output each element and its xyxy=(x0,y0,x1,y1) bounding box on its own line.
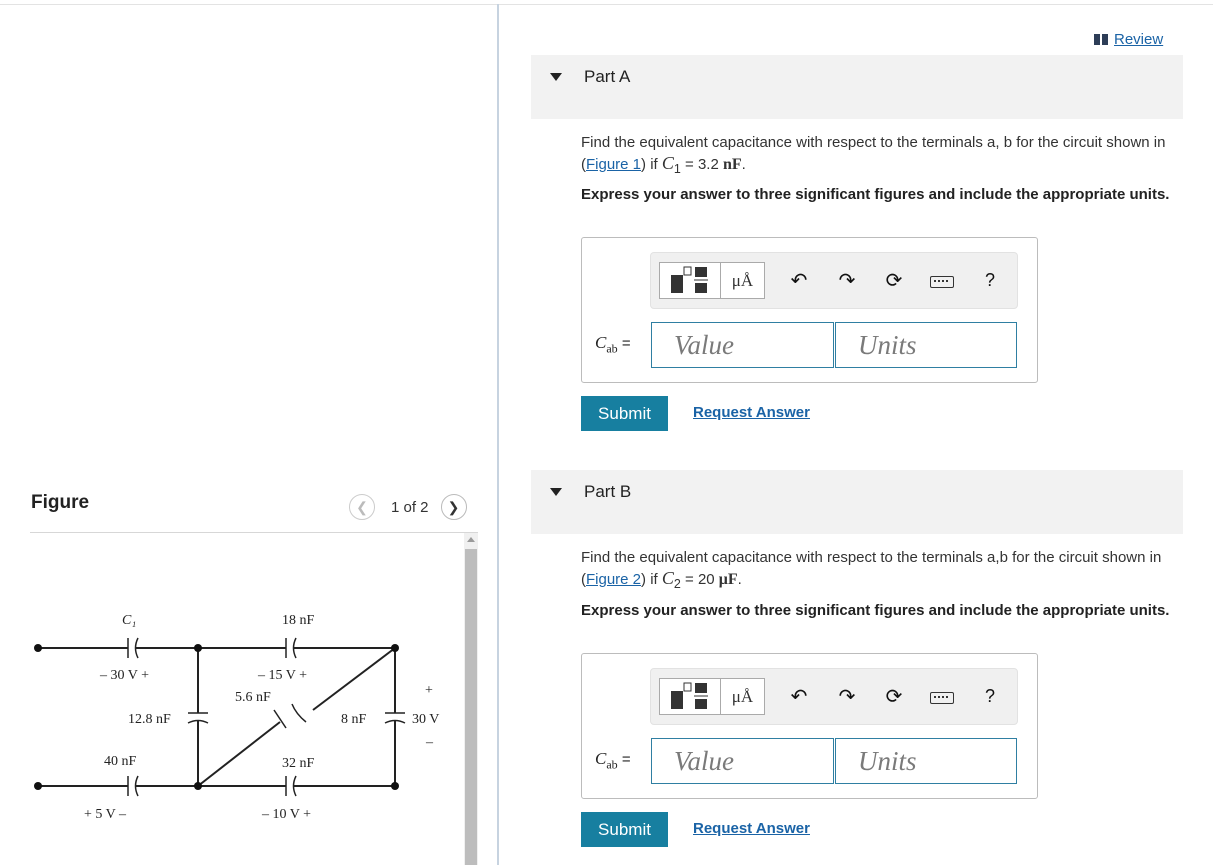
help-button[interactable]: ? xyxy=(976,682,1004,710)
circuit-diagram: C₁ – 30 V + 18 nF – 15 V + 5.6 nF 12.8 n… xyxy=(34,613,439,822)
review-link[interactable]: Review xyxy=(1094,31,1163,48)
c128-label: 12.8 nF xyxy=(128,712,171,727)
value-input[interactable]: Value xyxy=(651,738,834,784)
top-border xyxy=(0,4,1213,5)
part-a-header[interactable]: Part A xyxy=(531,55,1183,119)
c40-label: 40 nF xyxy=(104,754,137,769)
part-b-question: Find the equivalent capacitance with res… xyxy=(581,549,1162,591)
submit-button[interactable]: Submit xyxy=(581,396,668,431)
part-b-instruction: Express your answer to three significant… xyxy=(581,602,1170,619)
scroll-up-icon[interactable] xyxy=(467,537,475,542)
undo-button[interactable]: ↶ xyxy=(785,682,813,710)
cab-label: Cab = xyxy=(595,333,631,356)
request-answer-link[interactable]: Request Answer xyxy=(693,820,810,837)
collapse-triangle-icon xyxy=(550,488,562,496)
submit-button[interactable]: Submit xyxy=(581,812,668,847)
figure-separator xyxy=(30,532,478,533)
v30r-minus: – xyxy=(425,735,434,750)
value-input[interactable]: Value xyxy=(651,322,834,368)
units-input[interactable]: Units xyxy=(835,322,1017,368)
v15-label: – 15 V + xyxy=(257,668,307,683)
redo-icon: ↷ xyxy=(838,685,856,708)
undo-icon: ↶ xyxy=(790,269,808,292)
c1-label: C₁ xyxy=(122,613,136,628)
v30r-plus: + xyxy=(425,683,433,698)
units-icon: μÅ xyxy=(731,686,754,706)
figure-1-link[interactable]: Figure 1 xyxy=(586,156,641,173)
undo-icon: ↶ xyxy=(790,685,808,708)
c32-label: 32 nF xyxy=(282,756,315,771)
part-a-answer-box: μÅ ↶ ↷ ⟳ ? Cab = Value Units xyxy=(581,237,1038,383)
units-icon: μÅ xyxy=(731,270,754,290)
part-b-answer-box: μÅ ↶ ↷ ⟳ ? Cab = Value Units xyxy=(581,653,1038,799)
c8-label: 8 nF xyxy=(341,712,367,727)
figure-page-indicator: 1 of 2 xyxy=(391,498,429,516)
chevron-left-icon: ❮ xyxy=(356,498,368,515)
redo-icon: ↷ xyxy=(838,269,856,292)
chevron-right-icon: ❯ xyxy=(447,498,460,515)
next-figure-button[interactable]: ❯ xyxy=(440,494,467,520)
keyboard-icon[interactable] xyxy=(930,276,954,288)
reset-icon: ⟳ xyxy=(885,269,903,292)
templates-button[interactable] xyxy=(659,678,721,715)
templates-button[interactable] xyxy=(659,262,721,299)
help-button[interactable]: ? xyxy=(976,266,1004,294)
part-b-label: Part B xyxy=(584,482,632,501)
previous-figure-button[interactable]: ❮ xyxy=(349,494,375,520)
math-toolbar: μÅ ↶ ↷ ⟳ ? xyxy=(650,668,1018,725)
part-a-label: Part A xyxy=(584,67,631,86)
c18-label: 18 nF xyxy=(282,613,315,628)
help-icon: ? xyxy=(984,269,995,290)
request-answer-link[interactable]: Request Answer xyxy=(693,404,810,421)
redo-button[interactable]: ↷ xyxy=(833,266,861,294)
scrollbar-thumb[interactable] xyxy=(465,549,477,865)
v10-label: – 10 V + xyxy=(261,807,311,822)
undo-button[interactable]: ↶ xyxy=(785,266,813,294)
figure-2-link[interactable]: Figure 2 xyxy=(586,571,641,588)
figure-pager: ❮ 1 of 2 ❯ xyxy=(349,493,467,521)
units-button[interactable]: μÅ xyxy=(721,262,765,299)
v5-label: + 5 V – xyxy=(84,807,127,822)
c56-label: 5.6 nF xyxy=(235,690,271,705)
reset-icon: ⟳ xyxy=(885,685,903,708)
collapse-triangle-icon xyxy=(550,73,562,81)
part-a-instruction: Express your answer to three significant… xyxy=(581,186,1170,203)
help-icon: ? xyxy=(984,685,995,706)
reset-button[interactable]: ⟳ xyxy=(880,682,908,710)
review-label: Review xyxy=(1114,31,1164,48)
part-a-question: Find the equivalent capacitance with res… xyxy=(581,134,1166,176)
math-toolbar: μÅ ↶ ↷ ⟳ ? xyxy=(650,252,1018,309)
units-button[interactable]: μÅ xyxy=(721,678,765,715)
reset-button[interactable]: ⟳ xyxy=(880,266,908,294)
units-input[interactable]: Units xyxy=(835,738,1017,784)
v30r-label: 30 V xyxy=(412,712,439,727)
keyboard-icon[interactable] xyxy=(930,692,954,704)
book-icon xyxy=(1094,34,1108,45)
templates-icon xyxy=(671,266,708,293)
figure-title: Figure xyxy=(31,492,90,513)
templates-icon xyxy=(671,682,708,709)
pane-divider[interactable] xyxy=(497,4,499,865)
part-b-header[interactable]: Part B xyxy=(531,470,1183,534)
figure-scrollbar[interactable] xyxy=(464,533,478,865)
redo-button[interactable]: ↷ xyxy=(833,682,861,710)
cab-label: Cab = xyxy=(595,749,631,772)
v30-label: – 30 V + xyxy=(99,668,149,683)
